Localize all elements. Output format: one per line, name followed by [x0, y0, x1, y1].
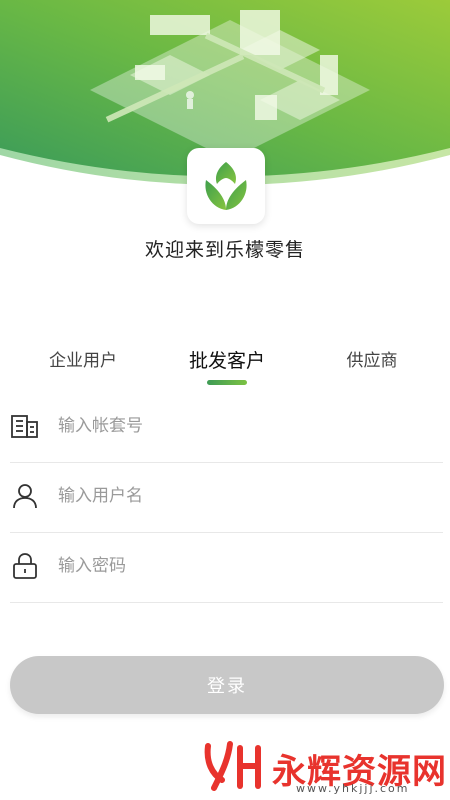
username-field-row — [10, 463, 443, 533]
username-input[interactable] — [58, 477, 428, 515]
password-input[interactable] — [58, 547, 428, 585]
watermark-logo-icon — [204, 741, 261, 791]
tab-enterprise-user[interactable]: 企业用户 — [8, 346, 158, 371]
watermark: 永辉资源网 www.yhkjjj.com — [200, 738, 450, 795]
account-input[interactable] — [58, 407, 428, 445]
welcome-title: 欢迎来到乐檬零售 — [144, 239, 305, 261]
tab-wholesale-customer[interactable]: 批发客户 — [152, 346, 302, 373]
watermark-url: www.yhkjjj.com — [296, 782, 410, 795]
active-tab-indicator — [207, 380, 247, 385]
building-icon — [11, 415, 38, 438]
leaf-logo-icon — [205, 162, 247, 210]
user-icon — [13, 484, 37, 509]
password-field-row — [10, 533, 443, 603]
lock-icon — [13, 553, 37, 579]
account-field-row — [10, 393, 443, 463]
tab-supplier[interactable]: 供应商 — [297, 346, 447, 371]
login-button[interactable]: 登录 — [10, 656, 444, 714]
app-logo — [187, 148, 265, 224]
